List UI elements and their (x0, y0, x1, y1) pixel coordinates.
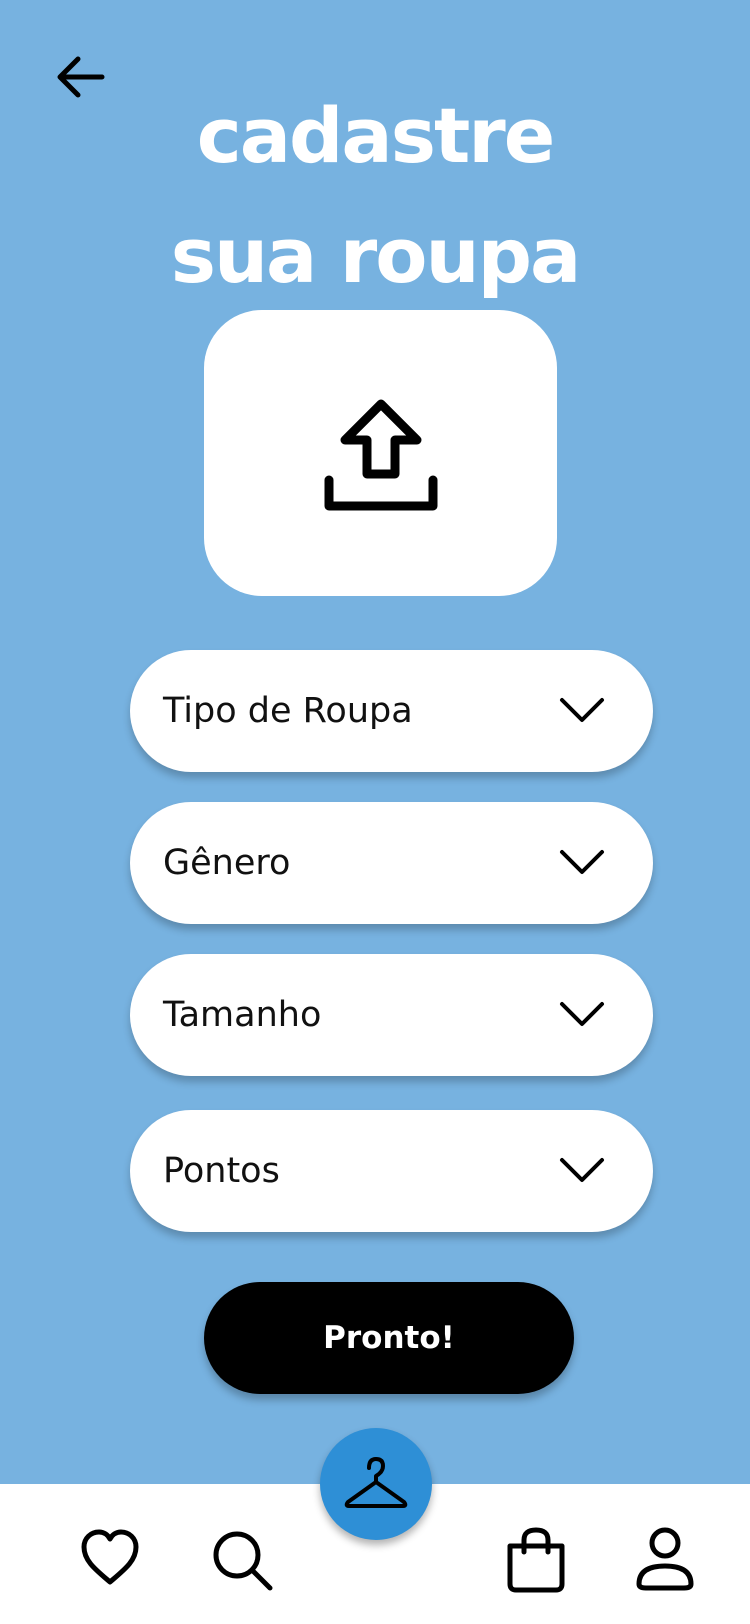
gender-label: Gênero (163, 843, 291, 883)
shopping-bag-icon (507, 1527, 565, 1593)
submit-button[interactable]: Pronto! (204, 1282, 574, 1394)
search-icon (213, 1531, 273, 1591)
size-select[interactable]: Tamanho (130, 954, 653, 1076)
photo-upload-button[interactable] (204, 310, 557, 596)
nav-bag[interactable] (504, 1526, 568, 1594)
nav-search[interactable] (210, 1528, 276, 1594)
chevron-down-icon (560, 1002, 604, 1026)
chevron-down-icon (560, 850, 604, 874)
chevron-down-icon (560, 1158, 604, 1182)
hanger-icon (344, 1457, 408, 1508)
page-title-line-1: cadastre (196, 91, 556, 180)
page-title: cadastre sua roupa (0, 76, 750, 316)
page-title-line-2: sua roupa (170, 211, 582, 300)
points-label: Pontos (163, 1151, 280, 1191)
wardrobe-fab-button[interactable] (320, 1428, 432, 1540)
user-icon (636, 1527, 694, 1591)
gender-select[interactable]: Gênero (130, 802, 653, 924)
chevron-down-icon (560, 698, 604, 722)
clothing-type-label: Tipo de Roupa (163, 691, 413, 731)
size-label: Tamanho (163, 995, 322, 1035)
heart-icon (81, 1529, 139, 1585)
upload-icon (324, 399, 437, 511)
points-select[interactable]: Pontos (130, 1110, 653, 1232)
register-clothing-screen: cadastre sua roupa Tipo de Roupa Gênero … (0, 0, 750, 1624)
nav-profile[interactable] (634, 1526, 696, 1592)
nav-favorites[interactable] (78, 1528, 142, 1588)
clothing-type-select[interactable]: Tipo de Roupa (130, 650, 653, 772)
